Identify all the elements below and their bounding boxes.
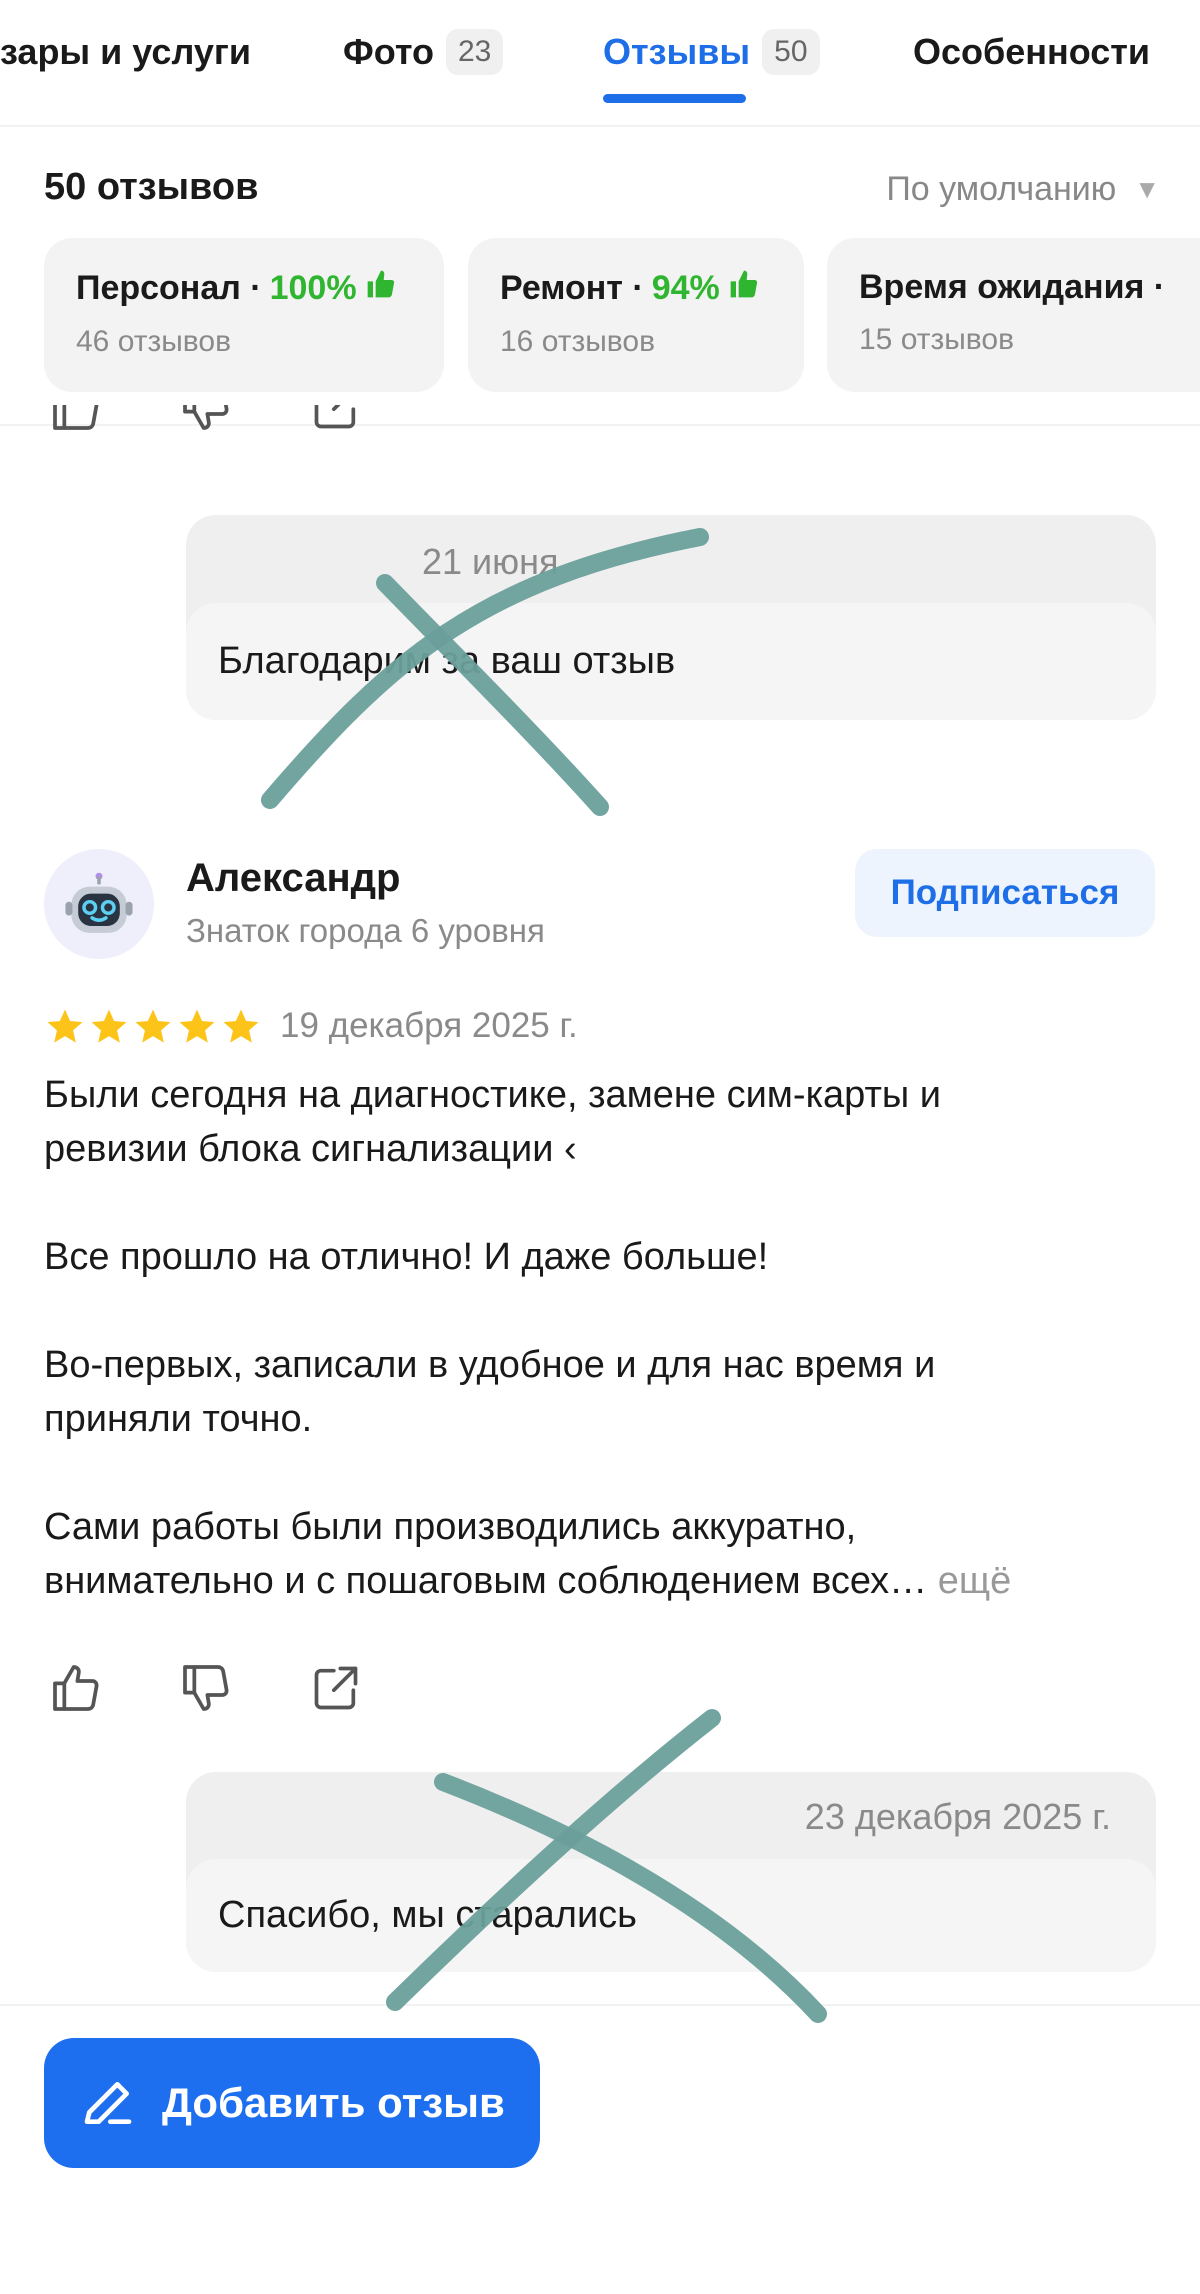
owner-reply: 23 декабря 2025 г. Спасибо, мы старались (186, 1772, 1156, 1972)
review-text-last-line: внимательно и с пошаговым соблюдением вс… (44, 1554, 1164, 1608)
review-text-line: Все прошло на отлично! И даже больше! (44, 1236, 769, 1278)
aspect-chip-waiting-time[interactable]: Время ожидания · 15 отзывов (827, 238, 1200, 392)
aspect-chips: Персонал · 100% 46 отзывов Ремонт · 94% … (0, 238, 1200, 393)
thumb-up-icon (365, 268, 397, 309)
aspect-percent: 100% (269, 269, 357, 307)
subscribe-button[interactable]: Подписаться (855, 849, 1155, 937)
aspect-chip-repair[interactable]: Ремонт · 94% 16 отзывов (468, 238, 804, 392)
tab-goods-services[interactable]: зары и услуги (0, 22, 251, 82)
thumb-up-icon[interactable] (46, 1658, 106, 1718)
review-text-line: приняли точно. (44, 1398, 313, 1440)
aspect-review-count: 46 отзывов (76, 325, 232, 358)
tab-label: Отзывы (603, 31, 751, 72)
review-actions (46, 1658, 436, 1718)
thumb-up-icon[interactable] (46, 405, 106, 437)
star-icon (91, 1009, 127, 1043)
tab-reviews[interactable]: Отзывы 50 (603, 22, 820, 82)
chevron-down-icon: ▼ (1134, 174, 1160, 204)
tab-photos[interactable]: Фото 23 (343, 22, 504, 82)
divider (0, 2004, 1200, 2006)
active-tab-indicator (603, 94, 746, 103)
aspect-review-count: 15 отзывов (859, 323, 1015, 356)
rating-stars (44, 1006, 264, 1048)
owner-reply: 21 июня Благодарим за ваш отзыв (186, 515, 1156, 720)
aspect-name: Персонал · (76, 269, 262, 307)
aspect-percent: 94% (651, 269, 720, 307)
review-text-line: ревизии блока сигнализации ‹ (44, 1128, 577, 1170)
thumb-up-icon (728, 268, 760, 309)
tab-count-badge: 23 (445, 29, 504, 75)
aspect-chip-staff[interactable]: Персонал · 100% 46 отзывов (44, 238, 444, 392)
aspect-name: Время ожидания · (859, 268, 1166, 306)
review-text-line: Сами работы были производились аккуратно… (44, 1506, 857, 1548)
review-author-name[interactable]: Александр (186, 856, 400, 901)
share-icon[interactable] (306, 405, 366, 437)
aspect-title: Время ожидания · (859, 268, 1200, 307)
review-text-line: Во-первых, записали в удобное и для нас … (44, 1344, 936, 1386)
reviews-count-title: 50 отзывов (44, 166, 259, 208)
tab-label: Фото (343, 31, 434, 72)
read-more-link[interactable]: ещё (938, 1560, 1012, 1602)
thumb-down-icon[interactable] (176, 405, 236, 437)
review-text-line: Были сегодня на диагностике, замене сим-… (44, 1074, 941, 1116)
reply-text: Благодарим за ваш отзыв (186, 603, 1156, 720)
tab-bar: зары и услуги Фото 23 Отзывы 50 Особенно… (0, 0, 1200, 125)
review-date: 19 декабря 2025 г. (280, 1006, 578, 1045)
robot-icon (65, 872, 133, 933)
star-icon (47, 1009, 83, 1043)
sort-dropdown[interactable]: По умолчанию ▼ (886, 170, 1160, 209)
thumb-down-icon[interactable] (176, 1658, 236, 1718)
aspect-review-count: 16 отзывов (500, 325, 656, 358)
aspect-title: Ремонт · 94% (500, 268, 772, 309)
sort-label: По умолчанию (886, 170, 1117, 208)
review-text-line: внимательно и с пошаговым соблюдением вс… (44, 1560, 938, 1602)
previous-review-actions (46, 405, 436, 455)
share-icon[interactable] (306, 1658, 366, 1718)
pencil-icon (80, 2075, 136, 2131)
aspect-name: Ремонт · (500, 269, 644, 307)
add-review-button[interactable]: Добавить отзыв (44, 2038, 540, 2168)
avatar[interactable] (44, 849, 154, 959)
tab-features[interactable]: Особенности (913, 22, 1150, 82)
tab-label: зары и услуги (0, 31, 251, 72)
tab-label: Особенности (913, 31, 1151, 72)
aspect-title: Персонал · 100% (76, 268, 412, 309)
review-author-level: Знаток города 6 уровня (186, 912, 545, 949)
star-icon (179, 1009, 215, 1043)
reply-date: 23 декабря 2025 г. (804, 1796, 1111, 1837)
tab-count-badge: 50 (762, 29, 820, 75)
reply-text: Спасибо, мы старались (186, 1859, 1156, 1972)
star-icon (135, 1009, 171, 1043)
reply-date: 21 июня (422, 541, 559, 582)
add-review-label: Добавить отзыв (162, 2079, 505, 2126)
star-icon (223, 1009, 259, 1043)
divider (0, 125, 1200, 127)
